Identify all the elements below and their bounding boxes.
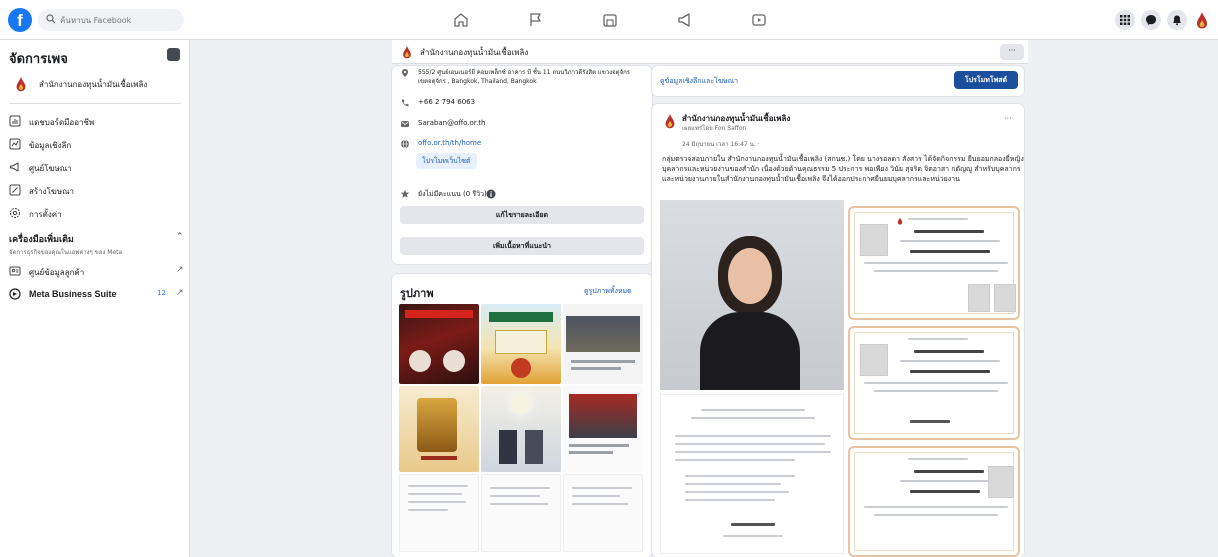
post-text: กลุ่มตรวจสอบภายใน สำนักงานกองทุนน้ำมันเช… (662, 155, 1024, 183)
sidebar-item-ad-center[interactable]: ศูนย์โฆษณา (9, 159, 184, 177)
sidebar-item-label: การตั้งค่า (29, 210, 62, 219)
location-pin-icon (402, 69, 408, 77)
sidebar-item-label: แดชบอร์ดมืออาชีพ (29, 118, 95, 127)
photo-thumbnail[interactable] (563, 386, 643, 472)
promote-website-button[interactable]: โปรโมทเว็บไซต์ (416, 153, 477, 169)
sidebar-item-insights[interactable]: ข้อมูลเชิงลึก (9, 136, 184, 154)
profile-avatar-icon[interactable] (1192, 9, 1212, 31)
megaphone-icon[interactable] (675, 10, 695, 30)
left-sidebar: จัดการเพจ สำนักงานกองทุนน้ำมันเชื้อเพลิง… (0, 40, 190, 557)
divider (9, 103, 181, 104)
rating-text: ยังไม่มีคะแนน (0 รีวิว) (418, 190, 487, 198)
insights-icon (9, 138, 21, 150)
settings-icon (10, 208, 20, 218)
chevron-up-icon[interactable]: ⌃ (176, 232, 184, 242)
sidebar-page-name: สำนักงานกองทุนน้ำมันเชื้อเพลิง (39, 80, 148, 89)
sidebar-item-label: ศูนย์ข้อมูลลูกค้า (29, 268, 85, 277)
page-logo-icon (897, 217, 903, 225)
sidebar-title: จัดการเพจ (9, 52, 68, 67)
page-logo-icon (403, 45, 411, 59)
external-link-icon: ↗ (176, 288, 184, 298)
sidebar-item-label: ศูนย์โฆษณา (29, 164, 72, 173)
certificate-image[interactable] (848, 446, 1020, 557)
phone-text: +66 2 794 6063 (418, 98, 476, 106)
photo-thumbnail[interactable] (563, 304, 643, 384)
email-text: Saraban@offo.or.th (418, 119, 486, 127)
ad-center-icon (10, 162, 19, 172)
phone-icon (401, 99, 409, 107)
search-input[interactable] (60, 12, 178, 28)
view-insights-link[interactable]: ดูข้อมูลเชิงลึกและโฆษณา (660, 76, 738, 87)
flag-icon[interactable] (526, 10, 546, 30)
customer-info-icon (9, 266, 21, 276)
sidebar-item-settings[interactable]: การตั้งค่า (9, 205, 184, 223)
post-document-photo[interactable] (660, 394, 844, 554)
page-logo-icon (16, 76, 26, 92)
page-logo-icon (665, 113, 675, 129)
home-icon[interactable] (451, 10, 471, 30)
intro-card: 555/2 ศูนย์เอนเนอร์ยี่ คอมเพล็กซ์ อาคาร … (392, 66, 652, 264)
sidebar-item-dashboard[interactable]: แดชบอร์ดมืออาชีพ (9, 113, 184, 131)
address-text: 555/2 ศูนย์เอนเนอร์ยี่ คอมเพล็กซ์ อาคาร … (418, 69, 630, 85)
messenger-icon[interactable] (1141, 10, 1161, 30)
certificate-image[interactable] (848, 326, 1020, 440)
more-tools-subtitle: จัดการธุรกิจของคุณในแอพต่างๆ ของ Meta (9, 249, 123, 256)
notification-badge: 12 (157, 289, 166, 297)
email-icon (401, 121, 409, 127)
post-author: เผยแพร่โดย Fon Saffon (682, 125, 747, 132)
create-ad-icon (9, 184, 21, 196)
globe-icon (401, 139, 409, 149)
post-main-photo[interactable] (660, 200, 844, 390)
sidebar-page-link[interactable]: สำนักงานกองทุนน้ำมันเชื้อเพลิง (9, 72, 184, 98)
sidebar-item-meta-business-suite[interactable]: Meta Business Suite 12 ↗ (9, 286, 184, 304)
marketplace-icon[interactable] (600, 10, 620, 30)
sidebar-item-label: สร้างโฆษณา (29, 187, 74, 196)
photo-thumbnail[interactable] (399, 304, 479, 384)
photos-title: รูปภาพ (400, 287, 434, 300)
dashboard-icon (9, 115, 21, 127)
page-header-bar: สำนักงานกองทุนน้ำมันเชื้อเพลิง ··· (392, 40, 1028, 64)
facebook-logo-icon[interactable]: f (8, 8, 32, 32)
sidebar-item-create-ad[interactable]: สร้างโฆษณา (9, 182, 184, 200)
bell-icon[interactable] (1167, 10, 1187, 30)
certificate-image[interactable] (848, 206, 1020, 320)
post-timestamp[interactable]: 24 มิถุนายน เวลา 16:47 น. · (682, 139, 760, 149)
photos-card: รูปภาพ ดูรูปภาพทั้งหมด (392, 274, 652, 557)
grid-icon[interactable] (1115, 10, 1135, 30)
page-name: สำนักงานกองทุนน้ำมันเชื้อเพลิง (420, 48, 529, 57)
search-icon (46, 14, 56, 24)
promote-post-button[interactable]: โปรโมทโพสต์ (954, 71, 1018, 89)
top-navigation-bar: f (0, 0, 1218, 40)
photo-thumbnail[interactable] (481, 386, 561, 472)
more-tools-title: เครื่องมือเพิ่มเติม (9, 235, 74, 245)
sidebar-item-customer-info[interactable]: ศูนย์ข้อมูลลูกค้า ↗ (9, 263, 184, 281)
info-icon[interactable] (486, 189, 496, 199)
add-featured-button[interactable]: เพิ่มเนื้อหาที่แนะนำ (400, 237, 644, 255)
website-link[interactable]: offo.or.th/th/home (418, 139, 481, 147)
video-icon[interactable] (749, 10, 769, 30)
photo-thumbnail[interactable] (481, 474, 561, 552)
post-menu-button[interactable]: ··· (1004, 114, 1012, 123)
photo-thumbnail[interactable] (399, 474, 479, 552)
search-box[interactable] (38, 9, 184, 31)
photo-thumbnail[interactable] (481, 304, 561, 384)
more-options-button[interactable]: ··· (1000, 44, 1024, 60)
photo-thumbnail[interactable] (399, 386, 479, 472)
insights-promote-card: ดูข้อมูลเชิงลึกและโฆษณา โปรโมทโพสต์ (652, 66, 1024, 96)
sidebar-item-label: ข้อมูลเชิงลึก (29, 141, 72, 150)
meta-suite-icon (9, 288, 21, 300)
edit-details-button[interactable]: แก้ไขรายละเอียด (400, 206, 644, 224)
star-icon (400, 189, 410, 198)
external-link-icon: ↗ (176, 265, 184, 275)
photo-thumbnail[interactable] (563, 474, 643, 552)
sidebar-item-label: Meta Business Suite (29, 289, 117, 299)
collapse-sidebar-icon[interactable] (167, 48, 180, 61)
see-all-photos-link[interactable]: ดูรูปภาพทั้งหมด (584, 286, 632, 297)
